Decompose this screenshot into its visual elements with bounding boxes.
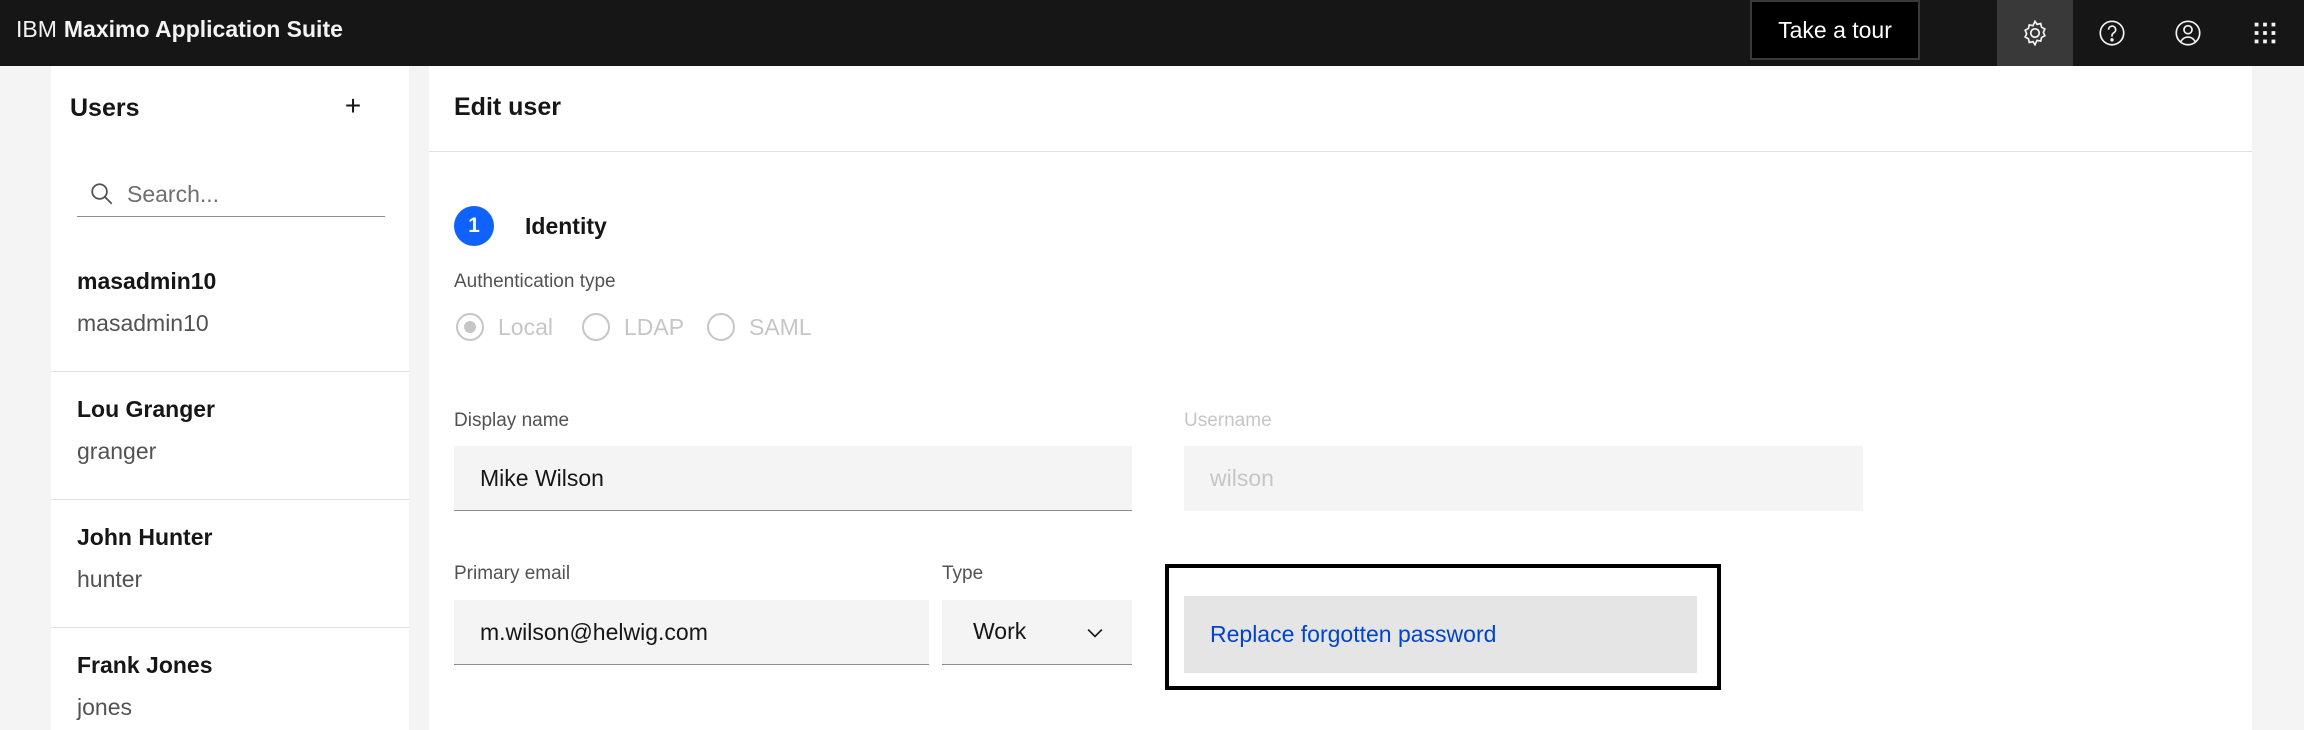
app-switcher-icon [2254, 22, 2276, 44]
user-list-item[interactable]: masadmin10 masadmin10 [51, 244, 409, 372]
display-name-field [454, 446, 1132, 511]
primary-email-label: Primary email [454, 563, 571, 584]
users-title: Users [70, 94, 140, 122]
chevron-down-icon [1087, 628, 1103, 638]
auth-type-label: Authentication type [454, 271, 616, 292]
user-username: masadmin10 [77, 310, 209, 336]
radio-indicator [582, 313, 610, 341]
username-input [1184, 446, 1863, 510]
display-name-label: Display name [454, 410, 570, 431]
auth-radio-ldap[interactable]: LDAP [582, 312, 684, 342]
replace-forgotten-password-button[interactable]: Replace forgotten password [1184, 596, 1697, 673]
email-type-select[interactable]: Work [942, 600, 1132, 665]
username-field [1184, 446, 1863, 511]
email-type-label: Type [942, 563, 984, 584]
email-type-value: Work [973, 618, 1027, 644]
primary-email-input[interactable] [454, 600, 929, 664]
user-list-item[interactable]: John Hunter hunter [51, 500, 409, 628]
step-indicator: 1 [454, 206, 494, 246]
help-button[interactable] [2074, 0, 2150, 66]
radio-label: SAML [749, 313, 812, 340]
user-display-name: Lou Granger [77, 396, 216, 422]
user-username: jones [77, 694, 132, 720]
primary-email-field [454, 600, 929, 665]
radio-label: Local [498, 313, 553, 340]
radio-checked-indicator [456, 313, 484, 341]
display-name-input[interactable] [454, 446, 1132, 510]
radio-label: LDAP [624, 313, 685, 340]
take-a-tour-button[interactable]: Take a tour [1750, 0, 1920, 60]
settings-icon [2024, 19, 2046, 47]
users-panel: Users + masadmin10 masadmin10 Lou Grange… [51, 66, 409, 730]
user-search [77, 171, 385, 217]
step-label: Identity [525, 213, 607, 239]
add-user-button[interactable]: + [333, 86, 373, 126]
app-switcher-button[interactable] [2227, 0, 2303, 66]
user-display-name: Frank Jones [77, 652, 213, 678]
product-brand[interactable]: IBM Maximo Application Suite [16, 0, 343, 58]
edit-user-header: Edit user [429, 66, 2252, 152]
top-header: IBM Maximo Application Suite Take a tour [0, 0, 2304, 66]
auth-radio-saml[interactable]: SAML [707, 312, 812, 342]
user-list-item[interactable]: Frank Jones jones [51, 628, 409, 730]
user-username: granger [77, 438, 157, 464]
brand-prefix: IBM [16, 15, 57, 42]
search-icon [91, 183, 113, 205]
search-input[interactable] [127, 175, 377, 213]
settings-button[interactable] [1997, 0, 2073, 66]
brand-name: Maximo Application Suite [63, 15, 343, 42]
user-profile-icon [2175, 20, 2201, 46]
user-display-name: masadmin10 [77, 268, 217, 294]
username-label: Username [1184, 410, 1272, 431]
user-display-name: John Hunter [77, 524, 213, 550]
help-icon [2099, 20, 2125, 46]
edit-user-panel: Edit user 1 Identity Authentication type… [429, 66, 2252, 730]
users-panel-header: Users + [51, 66, 409, 152]
radio-indicator [707, 313, 735, 341]
page-title: Edit user [454, 93, 561, 121]
auth-radio-local[interactable]: Local [456, 312, 553, 342]
user-username: hunter [77, 566, 143, 592]
user-profile-button[interactable] [2150, 0, 2226, 66]
user-list-item[interactable]: Lou Granger granger [51, 372, 409, 500]
